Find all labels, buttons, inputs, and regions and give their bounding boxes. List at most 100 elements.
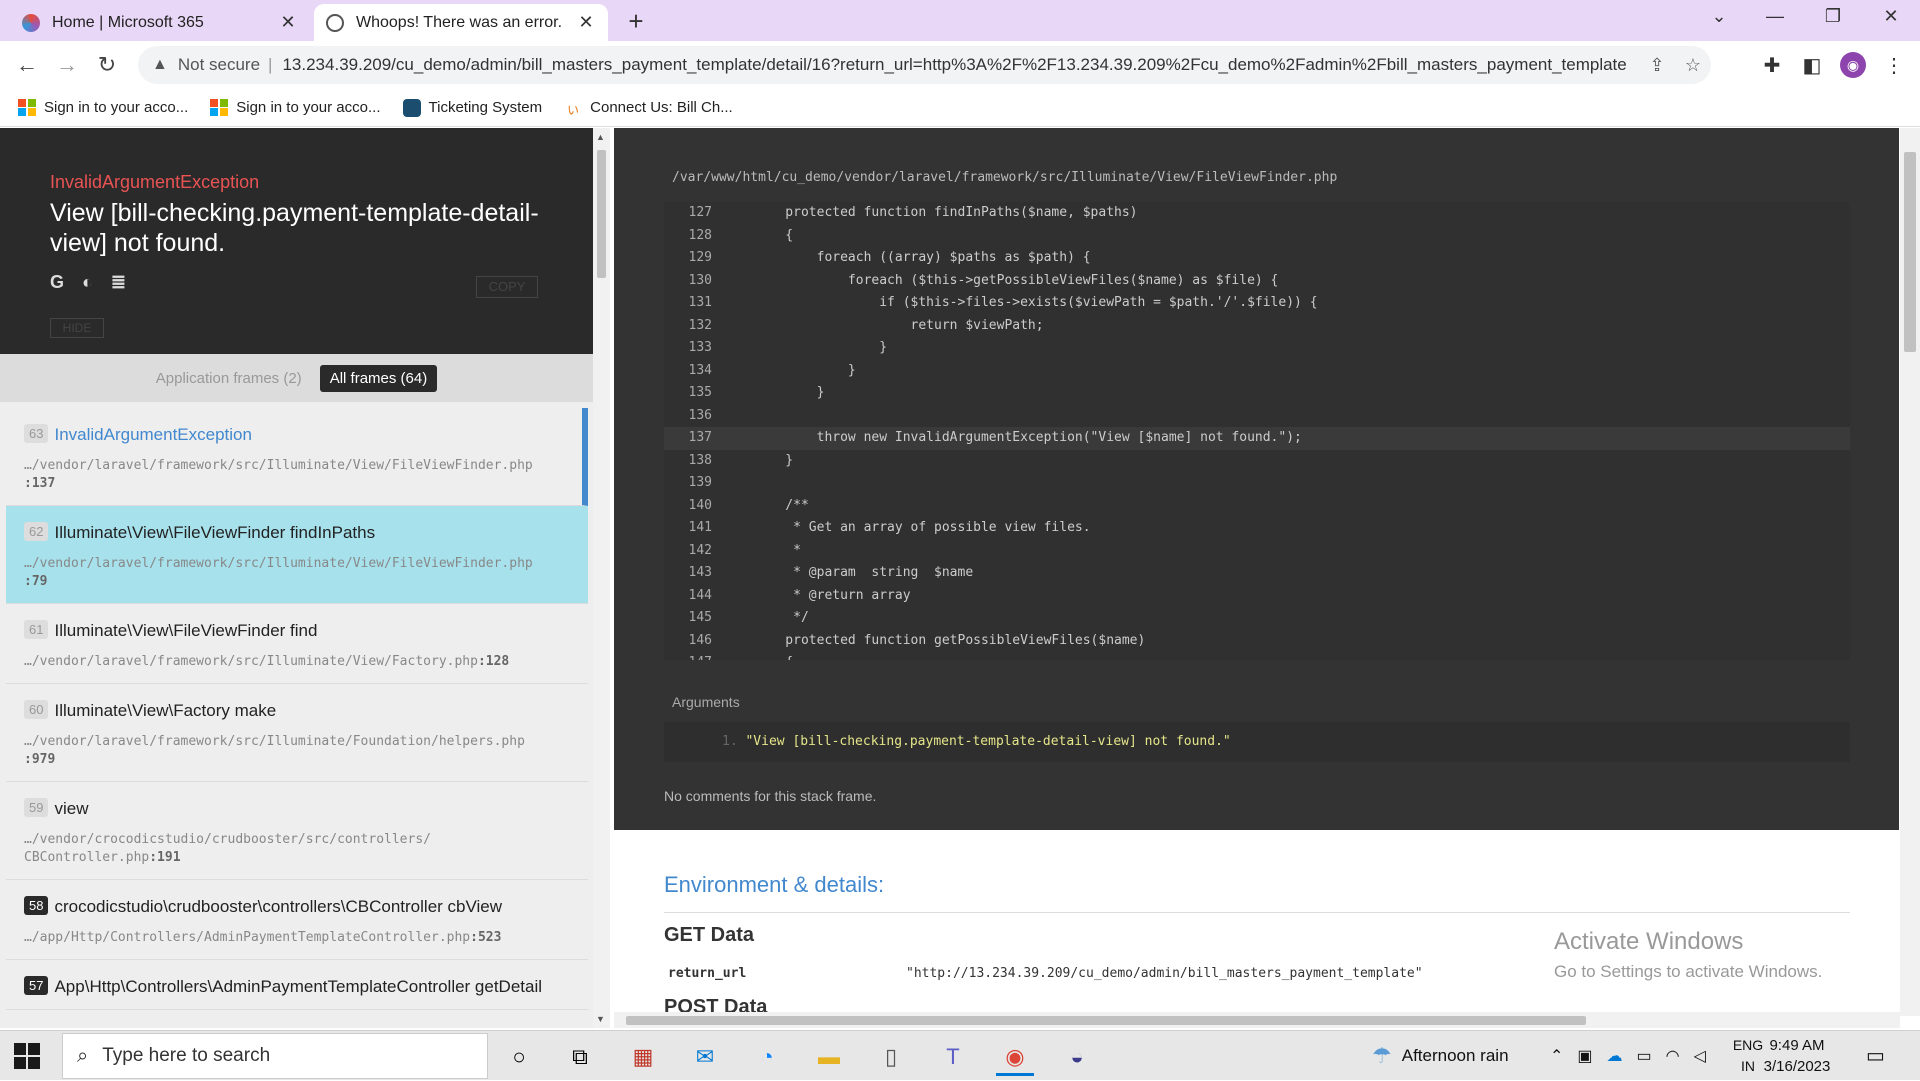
clock-time: 9:49 AM (1769, 1037, 1825, 1054)
task-view-icon[interactable]: ⧉ (561, 1038, 599, 1076)
clock[interactable]: 9:49 AM 3/16/2023 (1752, 1035, 1842, 1077)
meet-now-icon[interactable]: ▣ (1577, 1046, 1592, 1066)
bookmark-item[interactable]: Sign in to your acco... (210, 98, 381, 117)
frame-item[interactable]: 63 InvalidArgumentException …/vendor/lara… (6, 408, 588, 506)
line-number: 131 (688, 295, 712, 310)
scroll-thumb[interactable] (1904, 152, 1916, 352)
code-line: 131 if ($this->files->exists($viewPath =… (664, 292, 1850, 315)
page-scrollbar[interactable] (1900, 128, 1920, 1016)
tab-search-icon[interactable]: ⌄ (1704, 6, 1734, 27)
profile-avatar[interactable]: ◉ (1840, 52, 1866, 78)
address-bar[interactable]: ▲ Not secure | 13.234.39.209/cu_demo/adm… (138, 46, 1711, 84)
forward-button[interactable]: → (52, 50, 82, 80)
battery-icon[interactable]: ▭ (1637, 1046, 1652, 1066)
bookmark-item[interactable]: Ticketing System (402, 98, 542, 117)
store-icon[interactable]: ▦ (624, 1038, 662, 1076)
file-explorer-icon[interactable]: ▬ (810, 1038, 848, 1076)
google-icon[interactable]: G (50, 272, 64, 293)
vpn-icon[interactable]: ◒ (1058, 1038, 1096, 1076)
arguments-box: 1. "View [bill-checking.payment-template… (664, 722, 1850, 762)
umbrella-icon: ☂ (1372, 1043, 1392, 1068)
line-code: foreach ($this->getPossibleViewFiles($na… (754, 272, 1279, 288)
windows-start-icon[interactable] (14, 1043, 40, 1069)
frame-item[interactable]: 60 Illuminate\View\Factory make …/vendor/… (6, 684, 588, 782)
menu-icon[interactable]: ⋮ (1880, 52, 1908, 80)
reload-button[interactable]: ↻ (92, 50, 122, 80)
share-icon[interactable]: ⇪ (1639, 55, 1675, 76)
code-line: 147 { (664, 652, 1850, 660)
volume-icon[interactable]: ◁ (1694, 1046, 1706, 1066)
frame-file: …/vendor/laravel/framework/src/Illuminat… (24, 654, 478, 669)
notification-icon[interactable]: ▭ (1866, 1043, 1885, 1068)
frame-line: :137 (24, 476, 56, 491)
bookmark-star-icon[interactable]: ☆ (1675, 55, 1711, 76)
hide-button[interactable]: HIDE (50, 318, 104, 338)
taskbar-search[interactable]: ⌕ Type here to search (62, 1033, 488, 1079)
bookmark-item[interactable]: ぃ Connect Us: Bill Ch... (564, 99, 733, 117)
notepad-icon[interactable]: ▯ (872, 1038, 910, 1076)
weather-widget[interactable]: ☂ Afternoon rain (1372, 1031, 1509, 1081)
duckduckgo-icon[interactable]: ◐ (82, 272, 93, 293)
code-line: 136 (664, 405, 1850, 428)
frame-item[interactable]: 58 crocodicstudio\crudbooster\controllers… (6, 880, 588, 960)
close-icon[interactable]: ✕ (576, 12, 596, 33)
frame-item-active[interactable]: 62 Illuminate\View\FileViewFinder findInP… (6, 506, 588, 604)
extensions-icon[interactable]: ✚ (1758, 52, 1786, 80)
chevron-up-icon[interactable]: ⌃ (1550, 1046, 1563, 1066)
url-text[interactable]: 13.234.39.209/cu_demo/admin/bill_masters… (282, 55, 1639, 75)
warning-icon[interactable]: ▲ (152, 56, 168, 74)
back-button[interactable]: ← (12, 50, 42, 80)
mail-icon[interactable]: ✉ (686, 1038, 724, 1076)
onedrive-icon[interactable]: ☁ (1607, 1046, 1623, 1066)
horizontal-scrollbar[interactable] (614, 1012, 1900, 1028)
restore-button[interactable]: ❐ (1818, 6, 1848, 27)
tab-bar: Home | Microsoft 365 ✕ Whoops! There was… (0, 0, 1920, 41)
gear-icon (402, 98, 421, 117)
scroll-thumb[interactable] (626, 1016, 1586, 1025)
wifi-icon[interactable]: ◠ (1666, 1046, 1680, 1066)
tab-title: Whoops! There was an error. (356, 13, 563, 31)
frame-item[interactable]: 59 view …/vendor/crocodicstudio/crudboost… (6, 782, 588, 880)
copy-button[interactable]: COPY (476, 276, 538, 298)
line-number: 146 (688, 632, 712, 648)
minimize-button[interactable]: — (1760, 6, 1790, 27)
new-tab-button[interactable]: + (622, 6, 650, 37)
close-window-button[interactable]: ✕ (1876, 6, 1906, 27)
chrome-icon[interactable]: ◉ (996, 1038, 1034, 1076)
frames-scrollbar[interactable]: ▲ ▼ (593, 128, 610, 1028)
frame-item[interactable]: 57 App\Http\Controllers\AdminPaymentTempl… (6, 960, 588, 1010)
security-label[interactable]: Not secure (178, 55, 260, 75)
divider: | (268, 55, 273, 74)
scroll-thumb[interactable] (597, 150, 606, 278)
teams-icon[interactable]: T (934, 1038, 972, 1076)
tab-microsoft-365[interactable]: Home | Microsoft 365 ✕ (10, 4, 310, 41)
line-code: { (754, 227, 794, 243)
edge-icon[interactable]: ◔ (748, 1038, 786, 1076)
all-frames-toggle[interactable]: All frames (64) (319, 364, 438, 392)
bookmark-label: Connect Us: Bill Ch... (590, 99, 733, 116)
exception-message: View [bill-checking.payment-template-det… (50, 199, 539, 257)
tab-whoops[interactable]: Whoops! There was an error. ✕ (314, 4, 608, 41)
line-number: 139 (688, 475, 712, 490)
line-code: if ($this->files->exists($viewPath = $pa… (754, 295, 1318, 310)
bookmark-item[interactable]: Sign in to your acco... (18, 98, 188, 117)
cortana-icon[interactable]: ○ (500, 1038, 538, 1076)
globe-icon (326, 13, 344, 32)
line-number: 147 (664, 652, 712, 660)
scroll-up-arrow-icon[interactable]: ▲ (596, 132, 605, 142)
connect-icon: ぃ (566, 100, 581, 117)
line-number: 130 (688, 272, 712, 288)
stackoverflow-icon[interactable]: ≣ (111, 272, 126, 293)
frame-item[interactable]: 61 Illuminate\View\FileViewFinder find …/… (6, 604, 588, 684)
close-icon[interactable]: ✕ (278, 12, 298, 33)
side-panel-icon[interactable]: ◧ (1798, 52, 1826, 80)
argument-value: "View [bill-checking.payment-template-de… (745, 734, 1231, 749)
line-code: } (754, 362, 856, 378)
exception-header: InvalidArgumentException View [bill-chec… (0, 128, 593, 354)
frame-line: :79 (24, 574, 48, 589)
frame-number: 63 (24, 424, 49, 443)
scroll-down-arrow-icon[interactable]: ▼ (596, 1014, 605, 1024)
application-frames-toggle[interactable]: Application frames (2) (156, 370, 302, 387)
line-code: } (754, 452, 794, 468)
code-line: 144 * @return array (664, 585, 1850, 608)
